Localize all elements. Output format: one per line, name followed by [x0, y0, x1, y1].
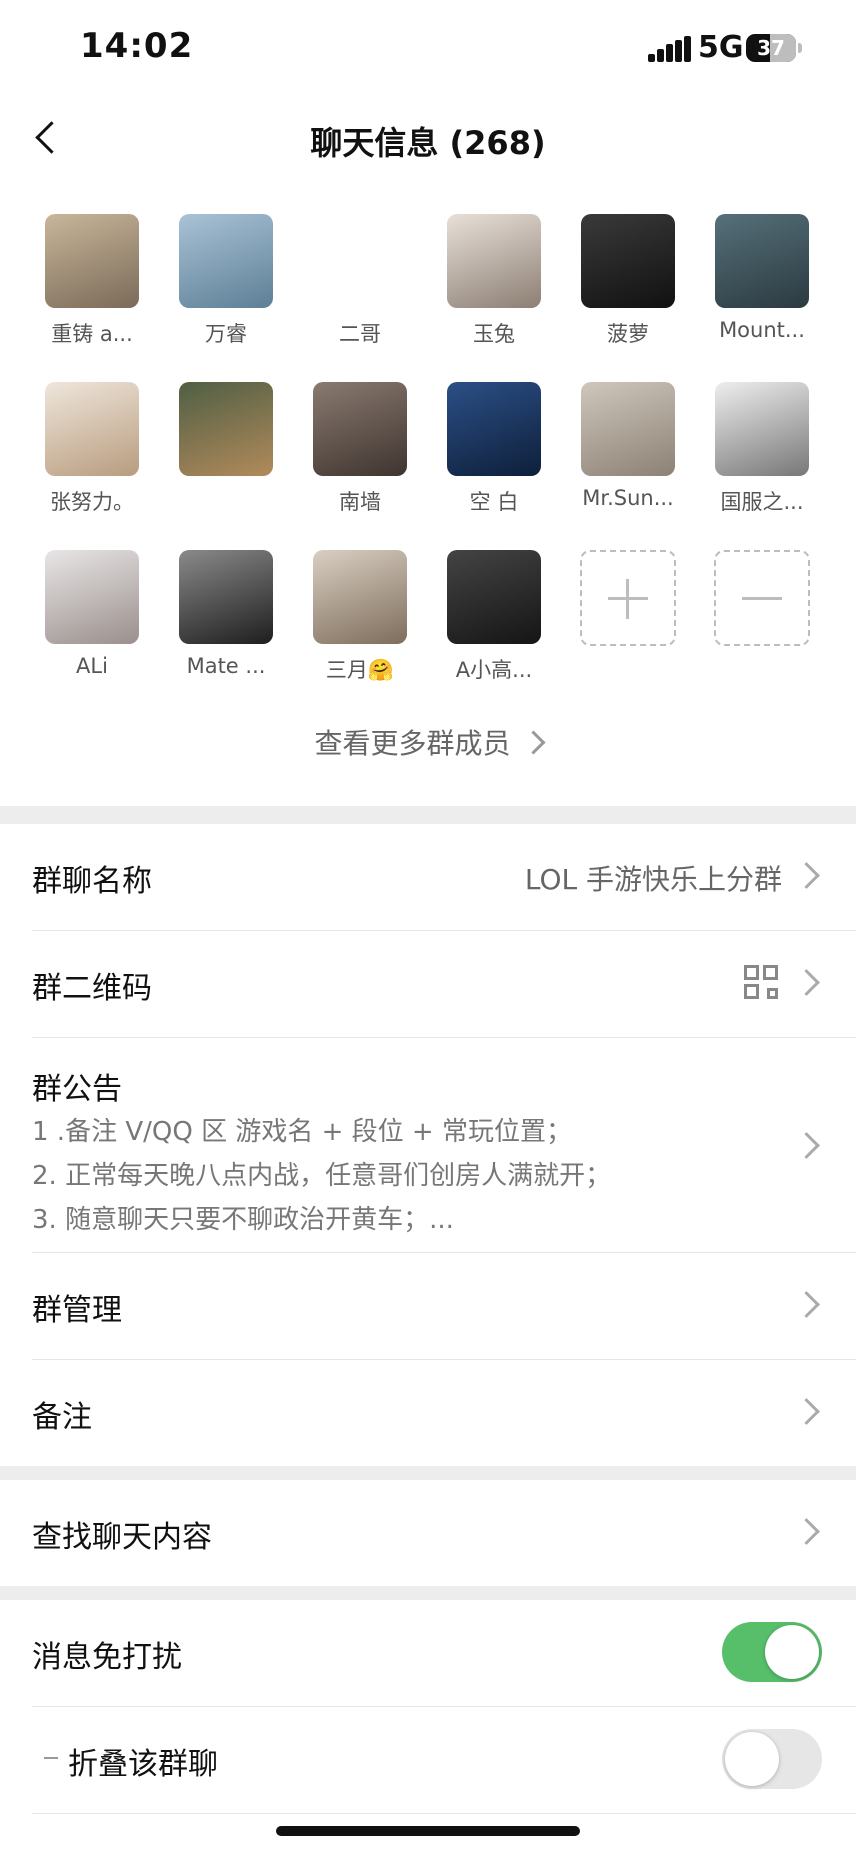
member-name: 二哥: [339, 322, 381, 346]
avatar[interactable]: [45, 214, 139, 308]
avatar[interactable]: [447, 550, 541, 644]
announcement-line: 2. 正常每天晚八点内战，任意哥们创房人满就开；: [32, 1161, 612, 1191]
chevron-right-icon: [793, 1518, 820, 1545]
group-name-value: LOL 手游快乐上分群: [524, 863, 782, 896]
fold-row: 折叠该群聊: [32, 1707, 856, 1814]
avatar[interactable]: [45, 550, 139, 644]
member-name: 万睿: [205, 322, 247, 346]
member-name: 空 白: [469, 490, 519, 514]
member-name: 张努力。: [50, 490, 134, 514]
avatar[interactable]: [313, 550, 407, 644]
member-name: Mate ...: [186, 654, 266, 678]
announcement-row[interactable]: 群公告 1 .备注 V/QQ 区 游戏名 + 段位 + 常玩位置； 2. 正常每…: [32, 1038, 856, 1253]
avatar[interactable]: [179, 550, 273, 644]
avatar[interactable]: [179, 382, 273, 476]
announcement-label: 群公告: [32, 1072, 122, 1107]
nav-bar: 聊天信息 (268): [0, 96, 856, 180]
member-name: Mount...: [719, 318, 805, 342]
dash-icon: [44, 1757, 58, 1759]
member-cell[interactable]: 三月🤗: [312, 550, 408, 684]
search-chat-label: 查找聊天内容: [32, 1520, 212, 1555]
mute-toggle[interactable]: [722, 1622, 822, 1682]
chevron-right-icon: [793, 969, 820, 996]
member-name: 南墙: [339, 490, 381, 514]
member-cell[interactable]: ALi: [44, 550, 140, 678]
status-time: 14:02: [80, 26, 194, 66]
chevron-right-icon: [520, 730, 546, 755]
group-qr-row[interactable]: 群二维码: [32, 931, 856, 1038]
member-cell[interactable]: A小高...: [446, 550, 542, 684]
chevron-right-icon: [793, 862, 820, 889]
member-cell[interactable]: 张努力。: [44, 382, 140, 516]
member-name: ALi: [76, 654, 108, 678]
plus-icon: [580, 550, 676, 646]
avatar[interactable]: [313, 382, 407, 476]
member-name: 菠萝: [607, 322, 649, 346]
member-cell[interactable]: Mate ...: [178, 550, 274, 678]
avatar[interactable]: [45, 382, 139, 476]
remark-label: 备注: [32, 1400, 92, 1435]
member-cell[interactable]: 空 白: [446, 382, 542, 516]
add-member-button[interactable]: [580, 550, 676, 646]
member-name: 重铸 a...: [51, 322, 133, 346]
remark-row[interactable]: 备注: [32, 1360, 856, 1466]
announcement-text: 1 .备注 V/QQ 区 游戏名 + 段位 + 常玩位置； 2. 正常每天晚八点…: [32, 1110, 611, 1242]
chevron-right-icon: [793, 1291, 820, 1318]
announcement-line: 1 .备注 V/QQ 区 游戏名 + 段位 + 常玩位置；: [32, 1117, 572, 1147]
avatar[interactable]: [447, 214, 541, 308]
member-cell[interactable]: Mount...: [714, 214, 810, 342]
avatar[interactable]: [179, 214, 273, 308]
member-cell[interactable]: 玉兔: [446, 214, 542, 348]
member-cell[interactable]: 万睿: [178, 214, 274, 348]
battery-level: 37: [757, 36, 785, 60]
member-cell[interactable]: 国服之...: [714, 382, 810, 516]
settings-section: 消息免打扰 折叠该群聊: [0, 1600, 856, 1852]
member-name: Mr.Sun...: [582, 486, 674, 510]
group-name-label: 群聊名称: [32, 864, 152, 899]
avatar[interactable]: [447, 382, 541, 476]
avatar[interactable]: [715, 214, 809, 308]
member-name: 玉兔: [473, 322, 515, 346]
battery-icon: 37: [746, 34, 796, 62]
fold-label: 折叠该群聊: [68, 1747, 218, 1782]
group-info-section: 群聊名称 LOL 手游快乐上分群 群二维码 群公告 1 .备注 V/QQ 区 游…: [0, 824, 856, 1466]
qr-code-icon: [744, 965, 778, 999]
group-manage-row[interactable]: 群管理: [32, 1253, 856, 1360]
member-name: 三月🤗: [325, 658, 395, 682]
member-name: A小高...: [455, 658, 533, 682]
battery-tip-icon: [798, 43, 802, 53]
search-section: 查找聊天内容: [0, 1480, 856, 1586]
header-panel: 14:02 5G 37 聊天信息 (268) 重铸 a... 万睿 二哥 玉兔 菠萝 Mo…: [0, 0, 856, 806]
member-cell[interactable]: 南墙: [312, 382, 408, 516]
group-qr-label: 群二维码: [32, 971, 152, 1006]
cellular-signal-icon: [648, 36, 691, 62]
member-name: 国服之...: [720, 490, 804, 514]
status-bar: 14:02 5G 37: [0, 0, 856, 96]
mute-row: 消息免打扰: [32, 1600, 856, 1707]
chevron-right-icon: [793, 1398, 820, 1425]
group-manage-label: 群管理: [32, 1293, 122, 1328]
network-type: 5G: [698, 30, 744, 65]
search-chat-row[interactable]: 查找聊天内容: [32, 1480, 856, 1586]
member-cell[interactable]: [178, 382, 274, 486]
avatar[interactable]: [715, 382, 809, 476]
member-cell[interactable]: Mr.Sun...: [580, 382, 676, 510]
avatar[interactable]: [313, 214, 407, 308]
member-cell[interactable]: 重铸 a...: [44, 214, 140, 348]
avatar[interactable]: [581, 214, 675, 308]
member-cell[interactable]: 菠萝: [580, 214, 676, 348]
avatar[interactable]: [581, 382, 675, 476]
group-name-row[interactable]: 群聊名称 LOL 手游快乐上分群: [32, 824, 856, 931]
mute-label: 消息免打扰: [32, 1640, 182, 1675]
page-title: 聊天信息 (268): [310, 124, 546, 162]
minus-icon: [714, 550, 810, 646]
view-more-members-label: 查看更多群成员: [314, 727, 511, 760]
chevron-right-icon: [793, 1132, 820, 1159]
fold-toggle[interactable]: [722, 1729, 822, 1789]
member-cell[interactable]: 二哥: [312, 214, 408, 348]
remove-member-button[interactable]: [714, 550, 810, 646]
home-indicator: [276, 1826, 580, 1836]
announcement-line: 3. 随意聊天只要不聊政治开黄车；...: [32, 1205, 454, 1235]
view-more-members-button[interactable]: 查看更多群成员: [0, 722, 856, 762]
